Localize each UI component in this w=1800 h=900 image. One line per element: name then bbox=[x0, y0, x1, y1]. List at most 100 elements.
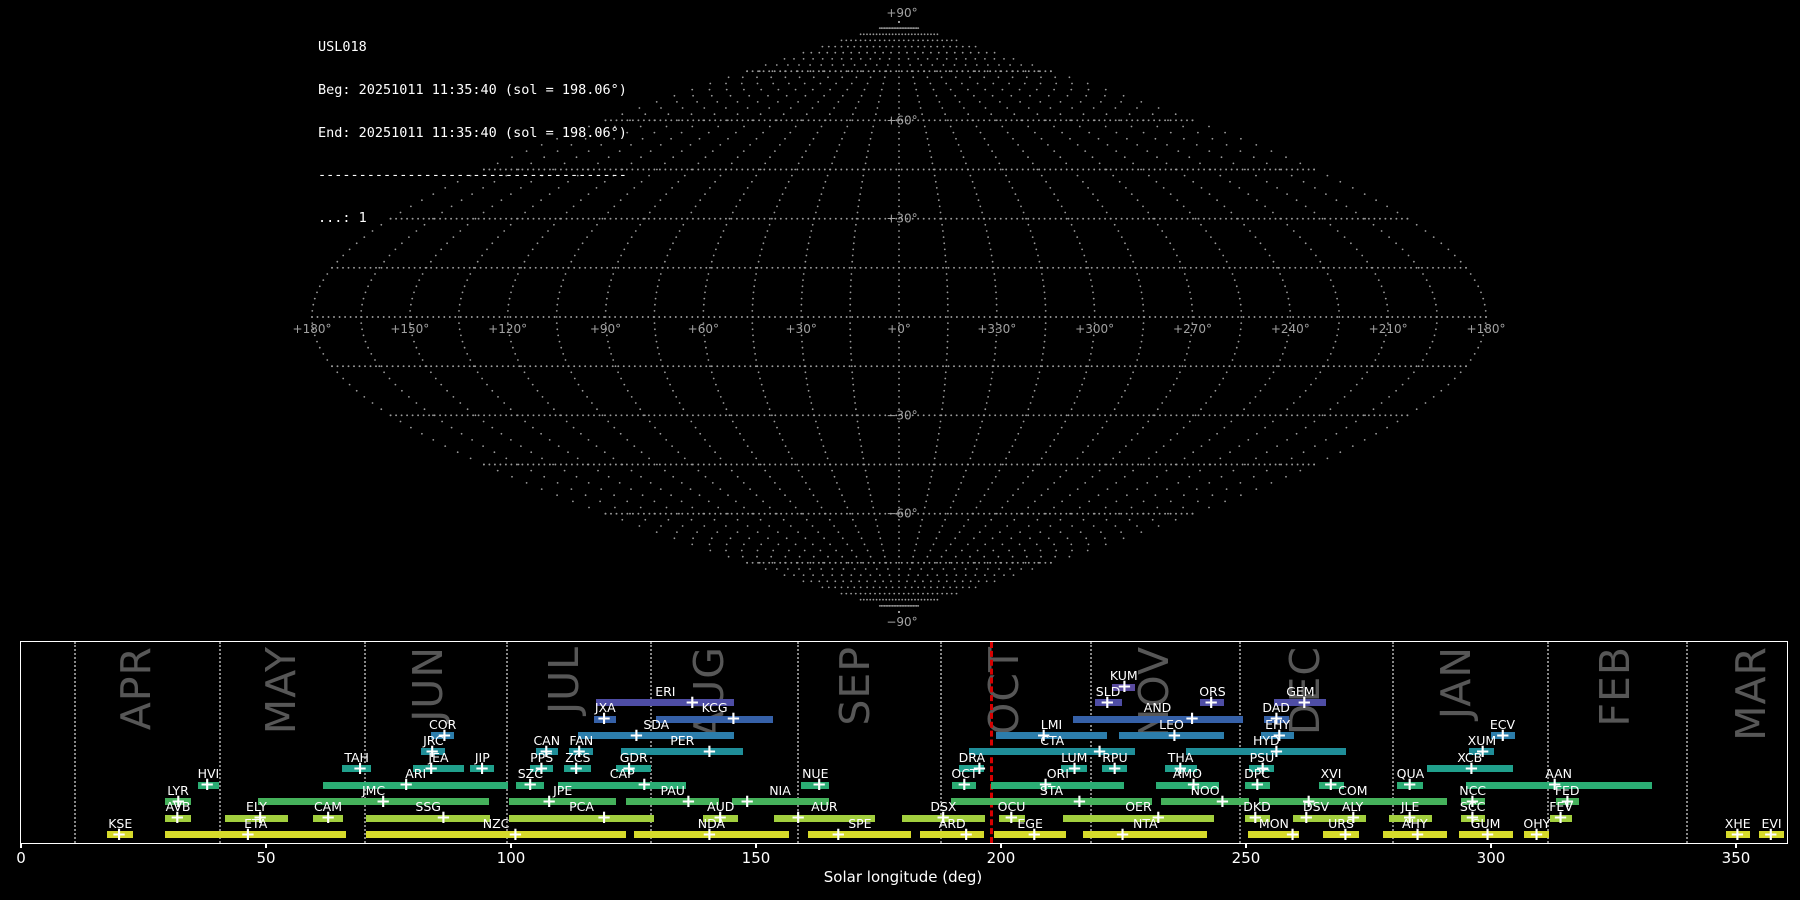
shower-code-label: NZC bbox=[482, 815, 510, 831]
axis-tick-label: 0 bbox=[16, 849, 26, 867]
shower-peak-marker: + bbox=[621, 757, 637, 779]
axis-tick-label: 300 bbox=[1476, 849, 1506, 867]
shower-bar bbox=[365, 831, 627, 838]
shower-peak-marker: + bbox=[1166, 724, 1182, 746]
month-label: MAR bbox=[1727, 646, 1776, 741]
shower-peak-marker: + bbox=[474, 757, 490, 779]
shower-peak-marker: + bbox=[1184, 708, 1200, 729]
shower-peak-marker: + bbox=[1729, 823, 1746, 844]
month-label: SEP bbox=[831, 646, 880, 726]
shower-peak-marker: + bbox=[1337, 823, 1354, 844]
lon-label: +0° bbox=[887, 322, 911, 336]
header-separator: -------------------------------------- bbox=[318, 167, 627, 184]
shower-code-label: COM bbox=[1338, 782, 1368, 798]
month-label: JUL bbox=[540, 646, 589, 714]
month-boundary-line bbox=[649, 642, 652, 843]
month-boundary-line bbox=[364, 642, 367, 843]
axis-tick bbox=[510, 843, 512, 848]
shower-peak-marker: + bbox=[320, 807, 336, 828]
lon-label: +210° bbox=[1369, 322, 1408, 336]
shower-peak-marker: + bbox=[1036, 724, 1052, 746]
shower-peak-marker: + bbox=[830, 823, 846, 844]
shower-peak-marker: + bbox=[398, 774, 414, 795]
shower-peak-marker: + bbox=[935, 807, 951, 828]
shower-bar bbox=[656, 715, 774, 723]
shower-peak-marker: + bbox=[1038, 774, 1054, 795]
shower-bar bbox=[626, 798, 720, 805]
shower-peak-marker: + bbox=[739, 790, 755, 812]
shower-bar bbox=[920, 831, 985, 838]
shower-peak-marker: + bbox=[169, 807, 185, 828]
shower-peak-marker: + bbox=[956, 774, 972, 795]
shower-code-label: OER bbox=[1125, 799, 1152, 814]
shower-bar bbox=[950, 798, 1153, 805]
shower-peak-marker: + bbox=[1247, 807, 1263, 828]
shower-peak-marker: + bbox=[1116, 676, 1133, 697]
shower-code-label: SPE bbox=[848, 815, 872, 831]
month-label: APR bbox=[111, 646, 160, 731]
month-label: MAY bbox=[256, 646, 305, 735]
current-sol-line bbox=[989, 642, 993, 843]
shower-peak-marker: + bbox=[1480, 823, 1496, 844]
begin-time-line: Beg: 20251011 11:35:40 (sol = 198.06°) bbox=[318, 82, 627, 99]
month-boundary-line bbox=[1238, 642, 1241, 843]
shower-code-label: KCG bbox=[701, 700, 728, 715]
shower-peak-marker: + bbox=[1298, 807, 1314, 828]
shower-peak-marker: + bbox=[684, 691, 700, 713]
shower-peak-marker: + bbox=[1463, 757, 1479, 779]
shower-peak-marker: + bbox=[1091, 740, 1108, 762]
shower-peak-marker: + bbox=[375, 790, 391, 812]
shower-peak-marker: + bbox=[1296, 691, 1312, 713]
shower-bar bbox=[1160, 798, 1250, 805]
lon-label: +150° bbox=[390, 322, 429, 336]
shower-peak-marker: + bbox=[507, 823, 523, 844]
shower-bar bbox=[365, 814, 491, 822]
shower-peak-marker: + bbox=[811, 774, 827, 795]
axis-tick bbox=[755, 843, 757, 848]
shower-code-label: NIA bbox=[769, 782, 791, 798]
shower-bar bbox=[258, 798, 489, 805]
lon-label: +30° bbox=[786, 322, 817, 336]
shower-code-label: SDA bbox=[643, 716, 670, 732]
shower-peak-marker: + bbox=[1150, 807, 1166, 828]
shower-peak-marker: + bbox=[1402, 774, 1418, 795]
app-window: +180° +150° +120° +90° +60° +30° +0° +330° +300°… bbox=[0, 0, 1800, 900]
shower-peak-marker: + bbox=[971, 757, 987, 779]
shower-peak-marker: + bbox=[680, 790, 696, 812]
shower-code-label: ERI bbox=[655, 683, 676, 699]
shower-peak-marker: + bbox=[1203, 691, 1219, 713]
axis-tick-label: 350 bbox=[1721, 849, 1751, 867]
shower-peak-marker: + bbox=[1003, 807, 1019, 828]
shower-peak-marker: + bbox=[636, 774, 652, 795]
shower-peak-marker: + bbox=[596, 708, 612, 729]
shower-bar bbox=[509, 798, 617, 805]
lon-label: +180° bbox=[1467, 322, 1506, 336]
month-label: FEB bbox=[1591, 646, 1640, 727]
lon-label: +120° bbox=[488, 322, 527, 336]
shower-code-label: PCA bbox=[569, 799, 594, 814]
shower-peak-marker: + bbox=[1026, 823, 1042, 844]
shower-peak-marker: + bbox=[701, 823, 717, 844]
lat-label: −90° bbox=[886, 615, 917, 629]
axis-tick bbox=[20, 843, 22, 848]
shower-bar bbox=[165, 831, 347, 838]
shower-peak-marker: + bbox=[1066, 757, 1083, 779]
shower-activity-timeline: APR MAY JUN JUL AUG SEP OCT NOV DEC JAN FEB MAR KUM +… bbox=[20, 641, 1788, 844]
shower-peak-marker: + bbox=[111, 823, 127, 844]
lon-label: +60° bbox=[688, 322, 719, 336]
shower-peak-marker: + bbox=[1409, 823, 1426, 844]
axis-tick-label: 150 bbox=[741, 849, 771, 867]
shower-peak-marker: + bbox=[1763, 823, 1779, 844]
month-boundary-line bbox=[505, 642, 508, 843]
lat-label: +90° bbox=[886, 6, 917, 20]
shower-peak-marker: + bbox=[522, 774, 538, 795]
station-id: USL018 bbox=[318, 39, 367, 56]
shower-peak-marker: + bbox=[199, 774, 215, 795]
shower-code-label: AUR bbox=[811, 799, 838, 814]
axis-tick bbox=[1735, 843, 1737, 848]
axis-tick-label: 50 bbox=[256, 849, 276, 867]
lat-label: +60° bbox=[886, 113, 917, 127]
shower-bar bbox=[509, 814, 655, 822]
lon-label: +90° bbox=[590, 322, 621, 336]
axis-tick bbox=[1245, 843, 1247, 848]
